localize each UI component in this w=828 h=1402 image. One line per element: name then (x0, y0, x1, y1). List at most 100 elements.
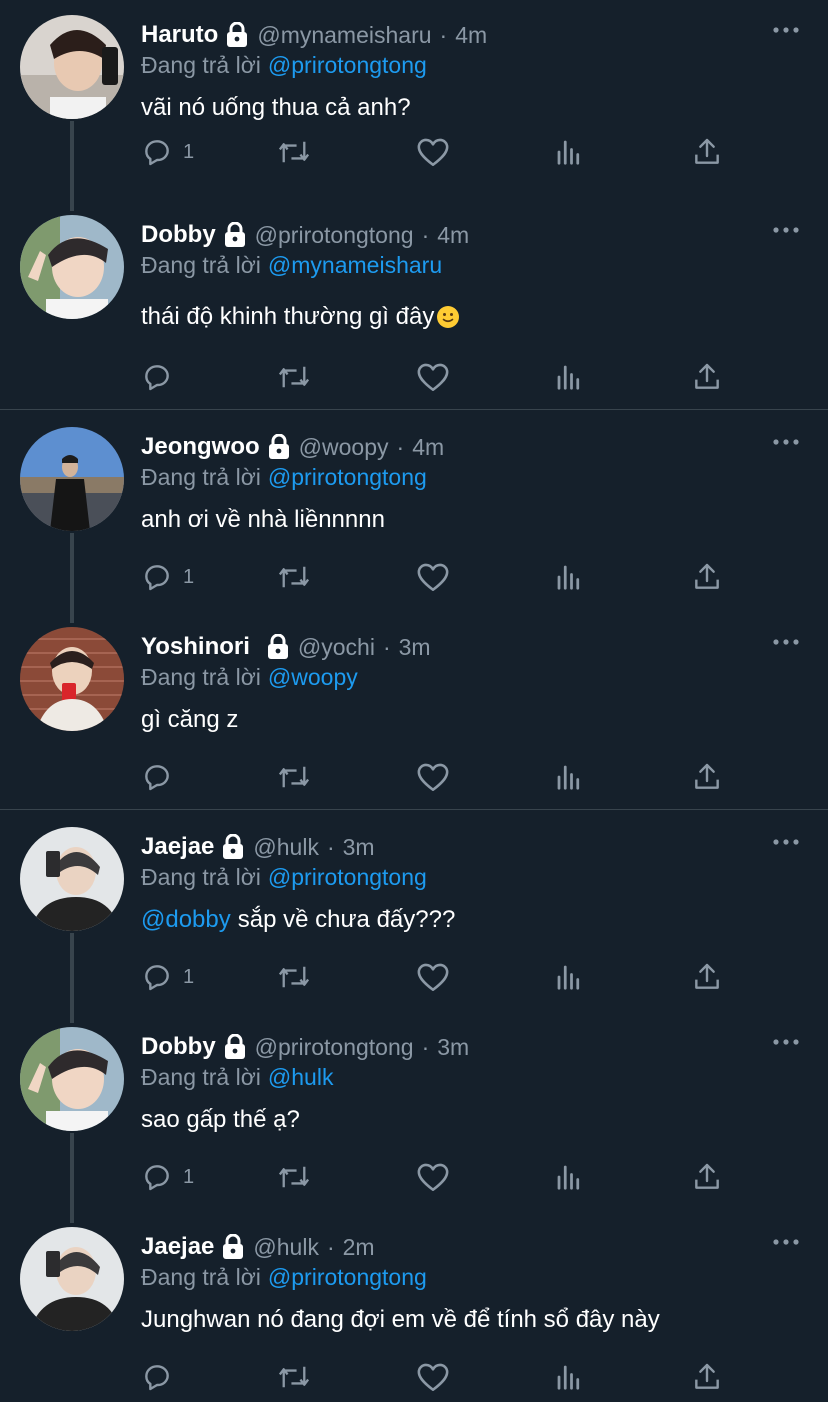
avatar[interactable] (20, 1027, 124, 1131)
replying-to: Đang trả lời @prirotongtong (141, 1264, 427, 1294)
avatar[interactable] (20, 627, 124, 731)
views-button[interactable] (554, 757, 584, 797)
avatar[interactable] (20, 1227, 124, 1331)
display-name[interactable]: Jeongwoo (141, 433, 260, 461)
retweet-button[interactable] (276, 1357, 312, 1397)
reply-button[interactable] (141, 757, 183, 797)
share-button[interactable] (691, 557, 723, 597)
views-button[interactable] (554, 557, 584, 597)
display-name[interactable]: Dobby (141, 221, 216, 249)
retweet-icon (278, 766, 310, 788)
slightly-smiling-face-emoji (437, 306, 460, 328)
avatar[interactable] (20, 827, 124, 931)
share-button[interactable] (691, 132, 723, 172)
timestamp[interactable]: 3m (399, 634, 431, 661)
retweet-icon (278, 1366, 310, 1388)
display-name[interactable]: Jaejae (141, 833, 214, 861)
retweet-button[interactable] (276, 132, 312, 172)
user-handle[interactable]: @hulk (253, 834, 319, 861)
tweet-text: anh ơi về nhà liềnnnnn (141, 504, 385, 536)
reply-mention-link[interactable]: @woopy (268, 664, 358, 690)
lock-icon (227, 22, 248, 47)
tweet[interactable]: Dobby @prirotongtong · 3m Đang trả lời @h… (0, 1012, 828, 1212)
retweet-button[interactable] (276, 1157, 312, 1197)
timestamp[interactable]: 4m (437, 222, 469, 249)
like-button[interactable] (416, 132, 450, 172)
user-handle[interactable]: @mynameisharu (257, 22, 431, 49)
reply-mention-link[interactable]: @prirotongtong (268, 52, 427, 78)
retweet-button[interactable] (276, 357, 312, 397)
reply-button[interactable] (141, 357, 183, 397)
more-options-icon[interactable] (772, 632, 800, 652)
text-mention-link[interactable]: @dobby (141, 906, 231, 934)
share-button[interactable] (691, 757, 723, 797)
tweet-actions: 1 (141, 1157, 741, 1197)
like-button[interactable] (416, 1357, 450, 1397)
heart-icon (417, 563, 449, 592)
reply-button[interactable]: 1 (141, 1157, 194, 1197)
reply-mention-link[interactable]: @mynameisharu (268, 252, 442, 278)
tweet[interactable]: Haruto @mynameisharu · 4m Đang trả lời @p… (0, 0, 828, 200)
more-options-icon[interactable] (772, 20, 800, 40)
lock-icon (223, 1234, 244, 1259)
views-button[interactable] (554, 957, 584, 997)
user-handle[interactable]: @yochi (298, 634, 375, 661)
display-name[interactable]: Haruto (141, 21, 218, 49)
like-button[interactable] (416, 1157, 450, 1197)
more-options-icon[interactable] (772, 432, 800, 452)
more-options-icon[interactable] (772, 832, 800, 852)
display-name[interactable]: Yoshinori (141, 633, 250, 661)
reply-mention-link[interactable]: @hulk (268, 1064, 334, 1090)
retweet-button[interactable] (276, 957, 312, 997)
user-handle[interactable]: @woopy (299, 434, 389, 461)
more-options-icon[interactable] (772, 220, 800, 240)
display-name[interactable]: Jaejae (141, 1233, 214, 1261)
share-button[interactable] (691, 957, 723, 997)
more-options-icon[interactable] (772, 1232, 800, 1252)
reply-button[interactable] (141, 1357, 183, 1397)
avatar[interactable] (20, 215, 124, 319)
reply-button[interactable]: 1 (141, 557, 194, 597)
timestamp[interactable]: 4m (412, 434, 444, 461)
reply-icon (145, 1365, 169, 1391)
more-options-icon[interactable] (772, 1032, 800, 1052)
tweet[interactable]: Dobby @prirotongtong · 4m Đang trả lời @m… (0, 200, 828, 400)
like-button[interactable] (416, 557, 450, 597)
views-button[interactable] (554, 1157, 584, 1197)
display-name[interactable]: Dobby (141, 1033, 216, 1061)
like-button[interactable] (416, 957, 450, 997)
share-button[interactable] (691, 357, 723, 397)
reply-button[interactable]: 1 (141, 132, 194, 172)
avatar[interactable] (20, 427, 124, 531)
reply-mention-link[interactable]: @prirotongtong (268, 1264, 427, 1290)
retweet-button[interactable] (276, 757, 312, 797)
like-button[interactable] (416, 757, 450, 797)
tweet[interactable]: Jaejae @hulk · 3m Đang trả lời @prirotong… (0, 812, 828, 1012)
user-handle[interactable]: @prirotongtong (255, 222, 414, 249)
tweet[interactable]: Yoshinori @yochi · 3m Đang trả lời @woopy… (0, 612, 828, 812)
user-handle[interactable]: @prirotongtong (255, 1034, 414, 1061)
retweet-button[interactable] (276, 557, 312, 597)
views-button[interactable] (554, 357, 584, 397)
reply-button[interactable]: 1 (141, 957, 194, 997)
reply-mention-link[interactable]: @prirotongtong (268, 864, 427, 890)
analytics-icon (557, 965, 580, 990)
user-handle[interactable]: @hulk (253, 1234, 319, 1261)
share-button[interactable] (691, 1357, 723, 1397)
views-button[interactable] (554, 132, 584, 172)
like-button[interactable] (416, 357, 450, 397)
timestamp[interactable]: 4m (455, 22, 487, 49)
tweet[interactable]: Jeongwoo @woopy · 4m Đang trả lời @prirot… (0, 412, 828, 612)
lock-icon (224, 1034, 245, 1059)
timestamp[interactable]: 2m (343, 1234, 375, 1261)
timestamp[interactable]: 3m (343, 834, 375, 861)
reply-icon (145, 765, 169, 791)
reply-mention-link[interactable]: @prirotongtong (268, 464, 427, 490)
tweet[interactable]: Jaejae @hulk · 2m Đang trả lời @prirotong… (0, 1212, 828, 1402)
views-button[interactable] (554, 1357, 584, 1397)
share-button[interactable] (691, 1157, 723, 1197)
heart-icon (417, 1163, 449, 1192)
avatar[interactable] (20, 15, 124, 119)
timestamp[interactable]: 3m (437, 1034, 469, 1061)
reply-icon (145, 365, 169, 391)
